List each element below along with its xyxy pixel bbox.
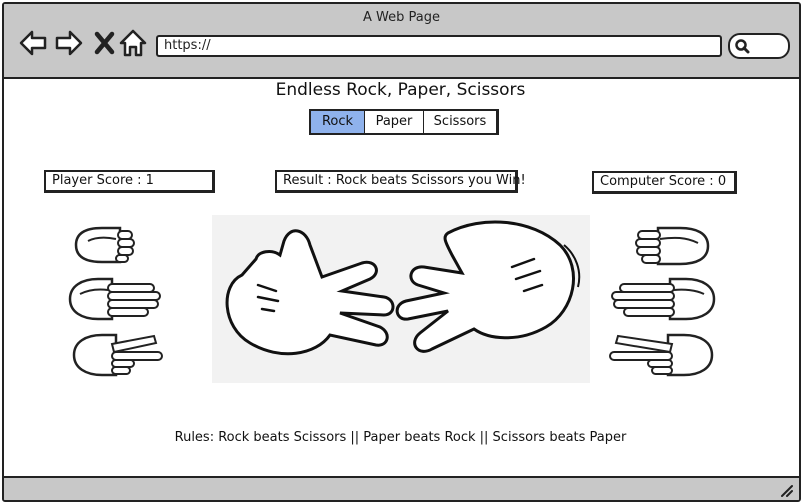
result-text: Result : Rock beats Scissors you Win! [275, 170, 526, 193]
scissors-button[interactable]: Scissors [424, 111, 496, 133]
scissors-hand-icon[interactable] [70, 332, 164, 378]
rock-button[interactable]: Rock [311, 111, 365, 133]
search-icon [735, 39, 750, 54]
computer-score: Computer Score : 0 [592, 171, 737, 194]
paper-hand-icon[interactable] [66, 276, 162, 322]
close-icon[interactable] [90, 28, 120, 58]
player-score: Player Score : 1 [44, 170, 215, 193]
computer-rock-hand-icon [635, 226, 710, 266]
home-icon[interactable] [118, 28, 148, 58]
game-illustration [212, 215, 590, 383]
choice-button-group: Rock Paper Scissors [309, 109, 499, 135]
hands-illustration [225, 220, 581, 356]
browser-toolbar: A Web Page https:// [4, 4, 799, 79]
search-field[interactable] [728, 33, 790, 59]
paper-button[interactable]: Paper [365, 111, 424, 133]
computer-paper-hand-icon [611, 277, 716, 321]
resize-grip-icon[interactable] [779, 483, 793, 497]
page-title: Endless Rock, Paper, Scissors [275, 80, 526, 100]
rules-text: Rules: Rock beats Scissors || Paper beat… [174, 430, 627, 445]
rock-hand-icon[interactable] [72, 225, 142, 265]
status-bar [4, 476, 799, 500]
window-title: A Web Page [363, 10, 440, 25]
forward-arrow-icon[interactable] [54, 28, 84, 58]
back-arrow-icon[interactable] [18, 28, 48, 58]
url-field[interactable]: https:// [156, 35, 722, 57]
computer-scissors-hand-icon [609, 333, 714, 377]
